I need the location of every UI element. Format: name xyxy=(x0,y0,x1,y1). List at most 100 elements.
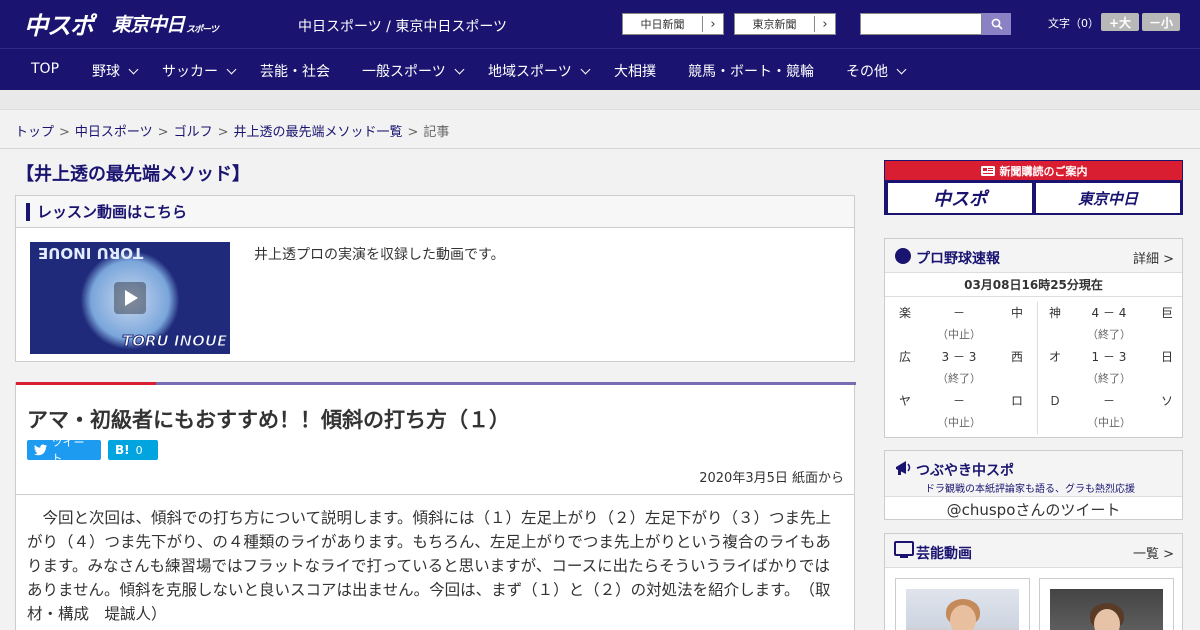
series-title: 【井上透の最先端メソッド】 xyxy=(16,164,250,185)
subscription-banner[interactable]: 新聞購読のご案内 中スポ 東京中日 xyxy=(884,160,1183,215)
chuspo-logo[interactable]: 中スポ xyxy=(24,9,94,40)
divider xyxy=(0,148,1200,149)
article-body: 今回と次回は、傾斜での打ち方について説明します。傾斜には（１）左足上がり（２）左… xyxy=(27,509,831,623)
game-row[interactable]: 広3 － 3 西（終了） xyxy=(885,342,1033,386)
nav-other[interactable]: その他 xyxy=(846,61,907,81)
baseball-details-link[interactable]: 詳細 > xyxy=(1133,248,1174,267)
tokyo-chunichi-logo[interactable]: 東京中日 スポーツ xyxy=(112,9,219,37)
thumbnail-image xyxy=(1050,589,1163,630)
nav-general-sports[interactable]: 一般スポーツ xyxy=(362,61,465,81)
video-heading: レッスン動画はこちら xyxy=(37,203,188,221)
hatena-icon: B! xyxy=(115,443,130,457)
font-decrease-button[interactable]: －小 xyxy=(1142,13,1180,31)
breadcrumb-golf[interactable]: ゴルフ xyxy=(174,125,213,140)
chevron-right-icon: › xyxy=(822,16,828,32)
baseball-widget-header: プロ野球速報 詳細 > xyxy=(885,239,1182,273)
scores-column-left: 楽－中（中止） 広3 － 3 西（終了） ヤ－ロ（中止） xyxy=(885,298,1033,430)
game-row[interactable]: Ｄ －ソ（中止） xyxy=(1035,386,1183,430)
subscription-heading-label: 新聞購読のご案内 xyxy=(999,164,1088,178)
chevron-down-icon xyxy=(896,64,907,74)
baseball-widget-title: プロ野球速報 xyxy=(916,251,1000,267)
breadcrumb-current: 記事 xyxy=(423,125,450,140)
nav-label: 地域スポーツ xyxy=(488,64,572,80)
article: アマ・初級者にもおすすめ！！傾斜の打ち方（１） ツイート B! 0 2020年3… xyxy=(15,382,856,630)
tweet-label: ツイート xyxy=(51,436,85,465)
video-thumbnail[interactable] xyxy=(1039,578,1174,630)
search-icon xyxy=(991,18,1003,30)
breadcrumb-chunichi-sports[interactable]: 中日スポーツ xyxy=(75,125,153,140)
chevron-down-icon xyxy=(226,64,237,74)
baseball-scores-widget: プロ野球速報 詳細 > 03月08日16時25分現在 楽－中（中止） 広3 － … xyxy=(884,238,1183,438)
tokyo-logo-text: 東京中日 xyxy=(112,13,185,36)
scores-column-right: 神4 － 4 巨（終了） オ1 － 3 日（終了） Ｄ －ソ（中止） xyxy=(1035,298,1183,430)
search-button[interactable] xyxy=(982,13,1011,35)
nav-sumo[interactable]: 大相撲 xyxy=(614,61,656,81)
play-icon[interactable] xyxy=(114,282,146,314)
nav-label: サッカー xyxy=(162,64,218,80)
thumbnail-text: TORU INOUE xyxy=(121,332,228,351)
thumbnail-image xyxy=(906,589,1019,630)
chevron-down-icon xyxy=(580,64,591,74)
nav-label: 野球 xyxy=(92,64,120,80)
nav-label: 大相撲 xyxy=(614,64,656,80)
video-box-header: レッスン動画はこちら xyxy=(16,196,854,228)
nav-label: その他 xyxy=(846,64,888,80)
nav-racing[interactable]: 競馬・ボート・競輪 xyxy=(688,61,814,81)
chevron-down-icon xyxy=(128,64,139,74)
twitter-widget: つぶやき中スポ ドラ観戦の本紙評論家も語る、グラも熱烈応援 @chuspoさんの… xyxy=(884,450,1183,520)
entertainment-widget-header: 芸能動画 一覧 > xyxy=(885,534,1182,568)
game-row[interactable]: 神4 － 4 巨（終了） xyxy=(1035,298,1183,342)
chevron-down-icon xyxy=(454,64,465,74)
top-bar: 中スポ 東京中日 スポーツ 中日スポーツ / 東京中日スポーツ 中日新聞 › 東京新… xyxy=(0,0,1200,48)
article-top-line xyxy=(16,382,856,385)
newspaper-icon xyxy=(980,165,995,176)
nav-label: 競馬・ボート・競輪 xyxy=(688,64,814,80)
tweet-button[interactable]: ツイート xyxy=(27,436,101,465)
subscribe-tokyo-logo[interactable]: 東京中日 xyxy=(1036,183,1180,213)
tokyo-logo-sub: スポーツ xyxy=(186,24,219,35)
hatena-bookmark-button[interactable]: B! 0 xyxy=(108,440,158,460)
entertainment-list-link[interactable]: 一覧 > xyxy=(1133,543,1174,562)
font-increase-button[interactable]: +大 xyxy=(1101,13,1139,31)
article-title: アマ・初級者にもおすすめ！！傾斜の打ち方（１） xyxy=(27,408,510,432)
entertainment-video-widget: 芸能動画 一覧 > xyxy=(884,533,1183,630)
tv-icon xyxy=(894,541,914,558)
tokyo-link-label: 東京新聞 xyxy=(735,16,815,32)
nav-entertainment[interactable]: 芸能・社会 xyxy=(260,61,330,81)
breadcrumb-top[interactable]: トップ xyxy=(15,125,54,140)
nav-top[interactable]: TOP xyxy=(31,61,59,77)
tokyo-shimbun-link[interactable]: 東京新聞 › xyxy=(734,13,836,35)
nav-label: TOP xyxy=(31,61,60,77)
subscribe-chuspo-logo[interactable]: 中スポ xyxy=(888,183,1032,213)
chunichi-shimbun-link[interactable]: 中日新聞 › xyxy=(622,13,724,35)
breadcrumb-series-list[interactable]: 井上透の最先端メソッド一覧 xyxy=(234,125,403,140)
sub-bar xyxy=(0,90,1200,110)
chunichi-link-label: 中日新聞 xyxy=(623,16,703,32)
heading-bar xyxy=(26,202,30,221)
divider xyxy=(16,494,854,495)
twitter-handle-link[interactable]: @chuspoさんのツイート xyxy=(885,499,1182,520)
nav-soccer[interactable]: サッカー xyxy=(162,61,237,81)
nav-label: 一般スポーツ xyxy=(362,64,446,80)
game-row[interactable]: 楽－中（中止） xyxy=(885,298,1033,342)
nav-baseball[interactable]: 野球 xyxy=(92,61,139,81)
article-date: 2020年3月5日 紙面から xyxy=(699,471,844,486)
chevron-right-icon: › xyxy=(710,16,716,32)
twitter-widget-subtitle: ドラ観戦の本紙評論家も語る、グラも熱烈応援 xyxy=(925,484,1135,495)
video-description: 井上透プロの実演を収録した動画です。 xyxy=(254,247,505,263)
twitter-widget-header: つぶやき中スポ ドラ観戦の本紙評論家も語る、グラも熱烈応援 xyxy=(885,451,1182,497)
video-thumbnail[interactable]: TORU INOUE TORU INOUE xyxy=(30,242,230,354)
lesson-video-box: レッスン動画はこちら TORU INOUE TORU INOUE 井上透プロの実… xyxy=(15,195,855,362)
video-thumbnail[interactable] xyxy=(895,578,1030,630)
twitter-bird-icon xyxy=(34,444,48,456)
main-nav: TOP 野球 サッカー 芸能・社会 一般スポーツ 地域スポーツ 大相撲 競馬・ボ… xyxy=(0,48,1200,90)
breadcrumb: トップ > 中日スポーツ > ゴルフ > 井上透の最先端メソッド一覧 > 記事 xyxy=(15,125,450,140)
megaphone-icon xyxy=(896,461,911,475)
game-row[interactable]: オ1 － 3 日（終了） xyxy=(1035,342,1183,386)
game-row[interactable]: ヤ－ロ（中止） xyxy=(885,386,1033,430)
baseball-icon xyxy=(895,248,911,264)
nav-local-sports[interactable]: 地域スポーツ xyxy=(488,61,591,81)
nav-label: 芸能・社会 xyxy=(260,64,330,80)
thumbnail-text-mirrored: TORU INOUE xyxy=(38,244,144,262)
search-input[interactable] xyxy=(860,13,982,35)
